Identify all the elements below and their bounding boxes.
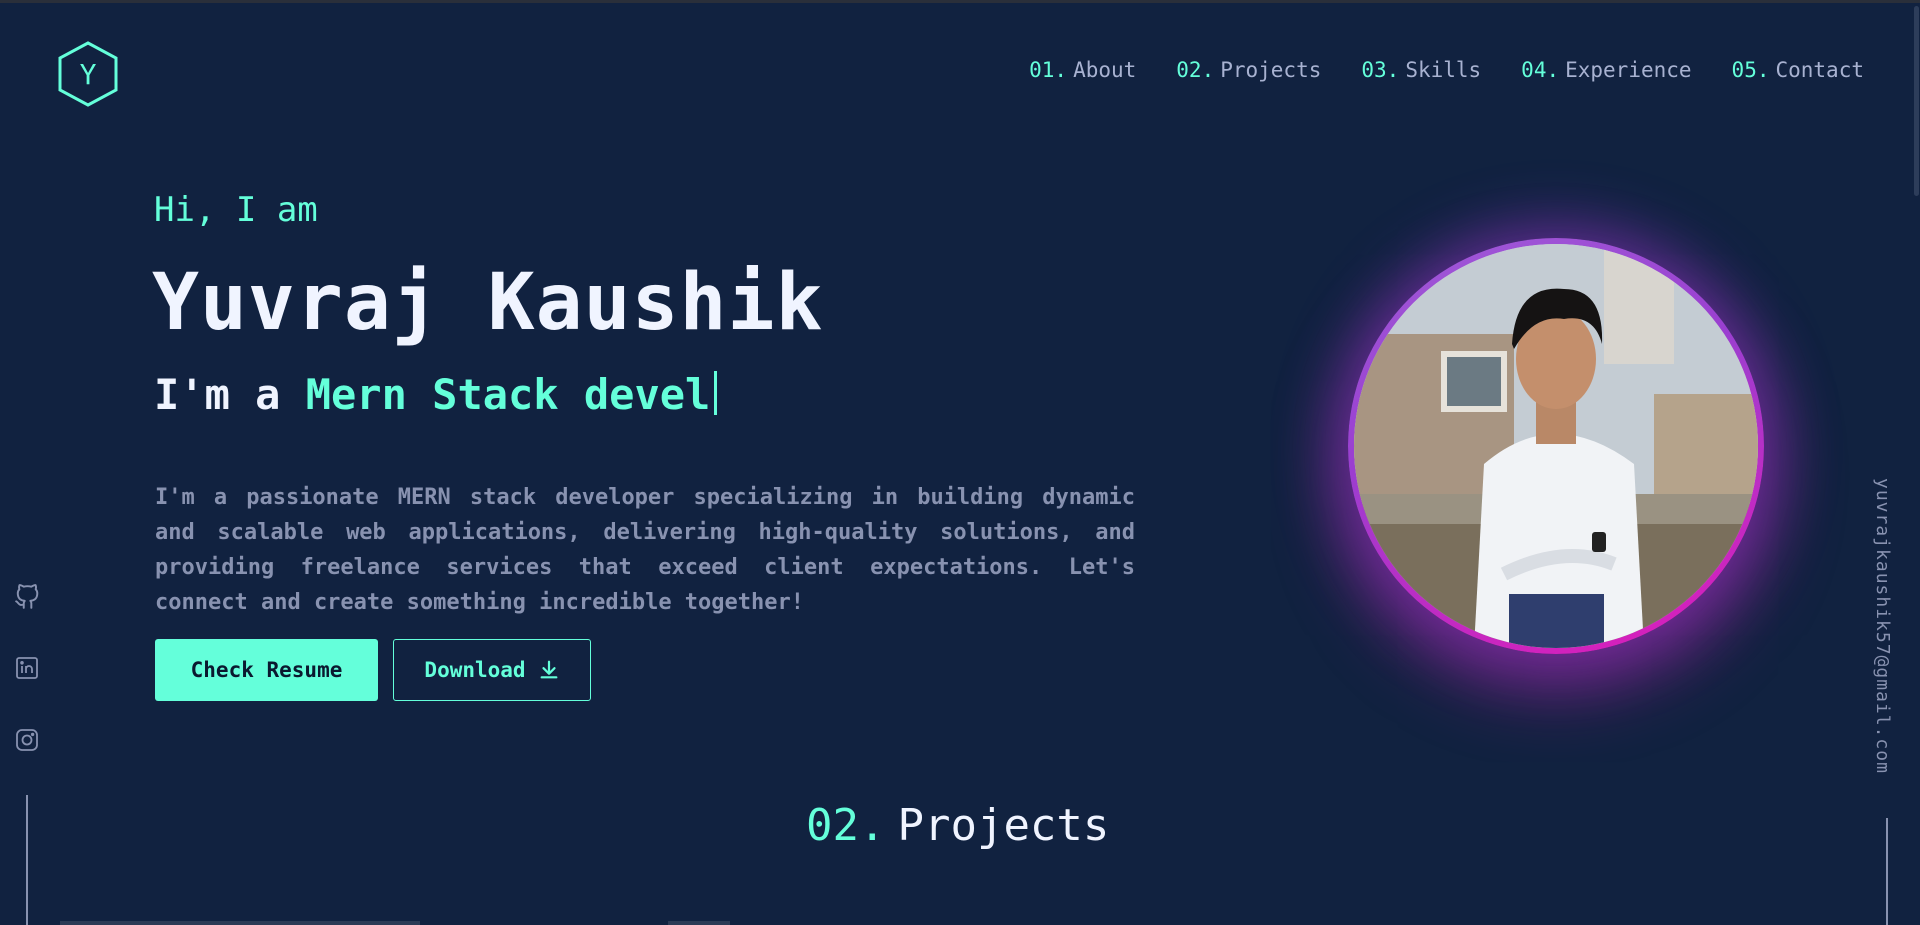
nav-number: 05. bbox=[1731, 58, 1770, 82]
scrollbar-thumb[interactable] bbox=[1914, 6, 1919, 196]
hexagon-logo-icon[interactable]: Y bbox=[56, 40, 120, 108]
email-link[interactable]: yuvrajkaushik57@gmail.com bbox=[1872, 478, 1893, 774]
logo-letter: Y bbox=[80, 58, 97, 91]
nav-label: Projects bbox=[1220, 58, 1322, 82]
hero-role: I'm a Mern Stack devel bbox=[154, 370, 718, 419]
github-icon bbox=[15, 584, 39, 609]
role-typed-text: Mern Stack devel bbox=[305, 370, 711, 419]
nav-number: 03. bbox=[1361, 58, 1400, 82]
instagram-icon bbox=[16, 729, 38, 751]
github-link[interactable] bbox=[14, 584, 40, 610]
bottom-divider bbox=[668, 921, 730, 925]
section-number: 02. bbox=[806, 800, 886, 851]
right-side-line bbox=[1886, 818, 1888, 925]
main-nav: 01. About 02. Projects 03. Skills 04. Experi… bbox=[1029, 58, 1864, 82]
download-label: Download bbox=[424, 658, 526, 682]
hero-bio: I'm a passionate MERN stack developer sp… bbox=[155, 485, 1135, 615]
section-title: Projects bbox=[897, 800, 1110, 851]
nav-number: 02. bbox=[1176, 58, 1215, 82]
hero-greeting: Hi, I am bbox=[154, 190, 318, 230]
profile-photo-illustration bbox=[1354, 244, 1758, 648]
nav-label: Experience bbox=[1565, 58, 1692, 82]
nav-contact[interactable]: 05. Contact bbox=[1732, 58, 1864, 82]
instagram-link[interactable] bbox=[14, 727, 40, 753]
hero-name: Yuvraj Kaushik bbox=[152, 258, 824, 348]
nav-about[interactable]: 01. About bbox=[1029, 58, 1136, 82]
nav-number: 01. bbox=[1029, 58, 1068, 82]
linkedin-icon bbox=[16, 657, 38, 679]
check-resume-label: Check Resume bbox=[190, 658, 343, 682]
nav-skills[interactable]: 03. Skills bbox=[1361, 58, 1481, 82]
window-top-border bbox=[0, 0, 1920, 3]
profile-photo-frame bbox=[1348, 238, 1764, 654]
linkedin-link[interactable] bbox=[14, 655, 40, 681]
nav-projects[interactable]: 02. Projects bbox=[1176, 58, 1321, 82]
download-button[interactable]: Download bbox=[393, 639, 591, 701]
nav-label: About bbox=[1073, 58, 1137, 82]
check-resume-button[interactable]: Check Resume bbox=[155, 639, 378, 701]
profile-photo bbox=[1354, 244, 1758, 648]
nav-label: Contact bbox=[1775, 58, 1864, 82]
nav-number: 04. bbox=[1521, 58, 1560, 82]
role-prefix: I'm a bbox=[154, 370, 281, 419]
download-icon bbox=[540, 660, 558, 679]
nav-experience[interactable]: 04. Experience bbox=[1521, 58, 1691, 82]
typing-cursor bbox=[714, 371, 718, 415]
left-side-line bbox=[26, 795, 28, 925]
nav-label: Skills bbox=[1405, 58, 1482, 82]
bottom-divider bbox=[60, 921, 420, 925]
projects-section-heading: 02. Projects bbox=[806, 800, 1109, 851]
